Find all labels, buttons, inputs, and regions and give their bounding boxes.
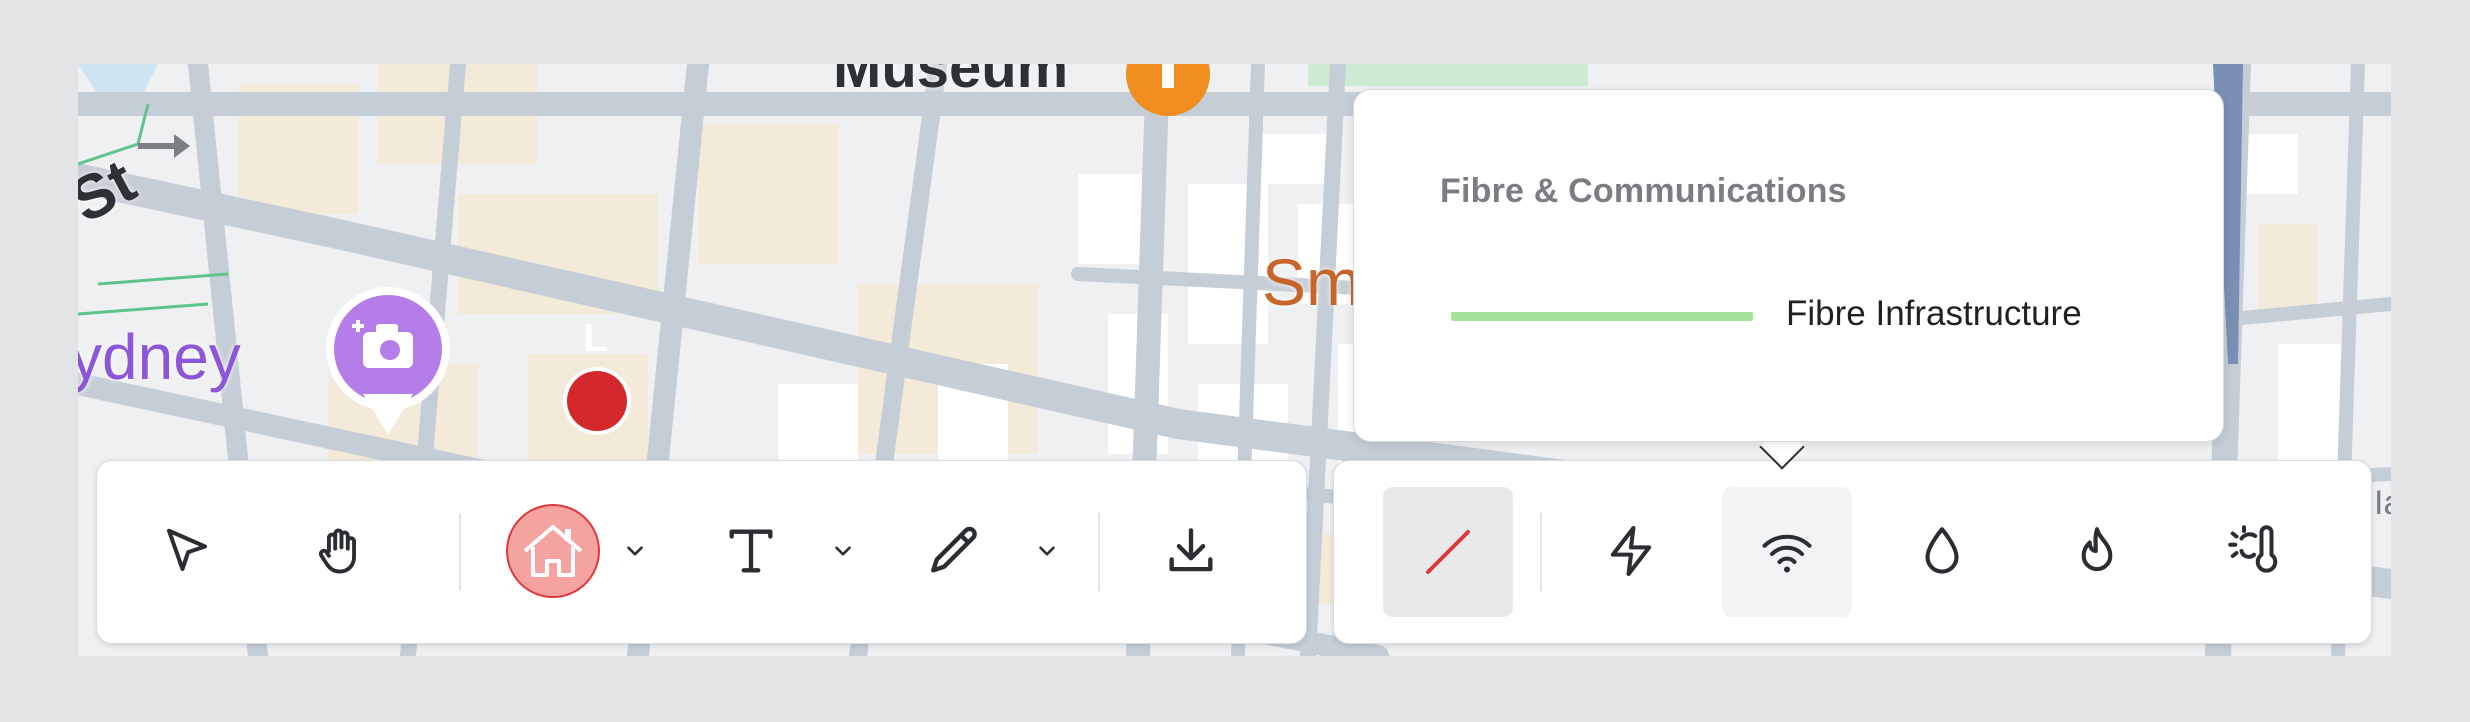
cursor-arrow-icon — [166, 528, 208, 572]
hand-icon — [318, 528, 356, 574]
draw-tool-button[interactable] — [915, 511, 995, 591]
download-icon — [1169, 528, 1213, 572]
fibre-legend-popover: Fibre & Communications Fibre Infrastruct… — [1353, 89, 2224, 442]
chevron-down-icon — [1039, 546, 1055, 556]
toolbar-divider — [1098, 513, 1100, 591]
house-icon — [506, 504, 600, 598]
water-layer-button[interactable] — [1902, 511, 1982, 591]
download-button[interactable] — [1151, 511, 1231, 591]
water-drop-icon — [1925, 527, 1959, 574]
flame-icon — [2081, 527, 2113, 572]
museum-label: Museum — [833, 64, 1069, 100]
metro-marker[interactable] — [563, 367, 631, 435]
thermometer-sun-icon — [2228, 525, 2278, 573]
electricity-layer-button[interactable] — [1591, 511, 1671, 591]
toolbar-divider — [459, 513, 461, 591]
orange-label: Sm — [1262, 245, 1361, 319]
pencil-icon — [931, 526, 977, 573]
diagonal-line-icon — [1426, 530, 1470, 574]
legend-swatch-fibre — [1451, 312, 1753, 321]
wifi-icon — [1762, 534, 1812, 573]
chevron-down-icon — [835, 546, 851, 556]
metro-marker-letter: L — [583, 316, 608, 360]
place-marker-dropdown-button[interactable] — [617, 533, 653, 569]
draw-dropdown-button[interactable] — [1029, 533, 1065, 569]
legend-label-fibre: Fibre Infrastructure — [1786, 294, 2082, 333]
popover-heading: Fibre & Communications — [1440, 172, 1847, 210]
place-marker-tool-button[interactable] — [505, 503, 601, 599]
toolbar-divider — [1540, 513, 1542, 591]
line-tool-button[interactable] — [1383, 487, 1513, 617]
text-icon — [729, 529, 773, 573]
lightning-icon — [1610, 525, 1652, 577]
select-tool-button[interactable] — [147, 511, 227, 591]
text-tool-button[interactable] — [711, 511, 791, 591]
pan-tool-button[interactable] — [301, 511, 381, 591]
chevron-down-icon — [627, 546, 643, 556]
drawing-toolbar — [96, 460, 1307, 644]
gas-layer-button[interactable] — [2057, 511, 2137, 591]
text-dropdown-button[interactable] — [825, 533, 861, 569]
utility-layer-toolbar — [1333, 460, 2372, 644]
fibre-layer-button[interactable] — [1722, 487, 1852, 617]
edge-label: Ia — [2374, 484, 2391, 522]
place-label: ydney — [78, 321, 241, 393]
heat-layer-button[interactable] — [2214, 511, 2294, 591]
